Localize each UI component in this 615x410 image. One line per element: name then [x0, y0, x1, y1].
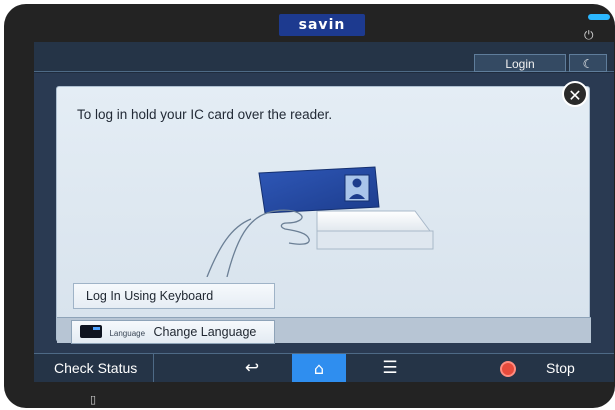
touch-screen: Login ☾ To log in hold your IC card over… — [34, 42, 614, 382]
back-arrow-icon[interactable]: ↩ — [232, 354, 272, 382]
stop-icon[interactable] — [500, 361, 516, 377]
stop-button[interactable]: Stop — [546, 354, 606, 382]
bottom-bar: Check Status ↩ ⌂ ☰ Stop — [34, 353, 614, 382]
change-language-label: Change Language — [153, 325, 257, 339]
menu-icon[interactable]: ☰ — [370, 354, 410, 382]
device-bezel: savin ⏻ Login ☾ To log in hold your IC c… — [0, 0, 615, 410]
check-status-button[interactable]: Check Status — [34, 354, 154, 382]
ic-card-reader-illustration — [206, 166, 434, 277]
change-language-button[interactable]: Language Change Language — [71, 320, 275, 344]
login-button[interactable]: Login — [474, 54, 566, 72]
home-icon[interactable]: ⌂ — [292, 354, 346, 382]
status-led — [588, 14, 610, 20]
language-bar: Language Change Language — [57, 317, 591, 344]
brand-logo: savin — [279, 14, 365, 36]
power-icon[interactable]: ⏻ — [584, 28, 598, 42]
crescent-moon-icon[interactable]: ☾ — [569, 54, 607, 72]
brand-name: savin — [298, 17, 346, 33]
language-icon — [80, 325, 102, 339]
log-in-using-keyboard-button[interactable]: Log In Using Keyboard — [73, 283, 275, 309]
login-instruction: To log in hold your IC card over the rea… — [77, 107, 333, 122]
ic-card-login-dialog: To log in hold your IC card over the rea… — [56, 81, 591, 344]
device-frame: savin ⏻ Login ☾ To log in hold your IC c… — [4, 4, 615, 408]
hardware-button-icon[interactable]: ▯ — [90, 394, 102, 406]
language-small-label: Language — [109, 329, 146, 338]
close-icon[interactable]: ✕ — [562, 81, 588, 107]
top-bar: Login ☾ — [34, 42, 614, 72]
